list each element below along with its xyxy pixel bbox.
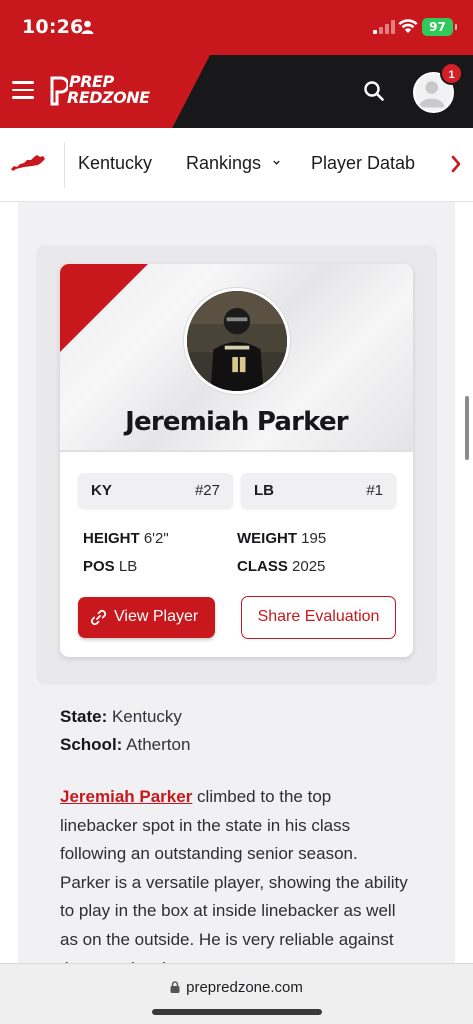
nav-item-rankings-label: Rankings xyxy=(186,153,262,173)
state-rank-pill: KY #27 xyxy=(78,473,233,508)
card-corner-accent xyxy=(60,264,148,352)
state-rank: #27 xyxy=(194,482,220,499)
battery-indicator: 97 xyxy=(422,18,457,36)
link-icon xyxy=(90,609,107,626)
hamburger-menu-icon[interactable] xyxy=(12,81,34,99)
position-abbr: LB xyxy=(254,482,274,499)
share-evaluation-button[interactable]: Share Evaluation xyxy=(241,596,396,639)
stat-height: HEIGHT 6'2" xyxy=(83,530,169,547)
player-bio: Jeremiah Parker climbed to the top lineb… xyxy=(60,783,410,983)
player-name-link[interactable]: Jeremiah Parker xyxy=(60,787,192,806)
scrollbar[interactable] xyxy=(465,396,469,460)
kentucky-state-icon[interactable] xyxy=(10,152,46,174)
stat-class: CLASS 2025 xyxy=(237,558,326,575)
position-rank-pill: LB #1 xyxy=(241,473,396,508)
nav-item-kentucky[interactable]: Kentucky xyxy=(78,153,152,174)
nav-item-rankings[interactable]: Rankings xyxy=(186,153,281,174)
stat-weight: WEIGHT 195 xyxy=(237,530,327,547)
player-photo-image xyxy=(187,291,287,391)
state-abbr: KY xyxy=(91,482,112,499)
view-player-label: View Player xyxy=(114,608,199,625)
lock-icon xyxy=(170,981,180,993)
cellular-signal-icon xyxy=(373,20,395,34)
logo-text-bottom: REDZONE xyxy=(67,88,150,107)
person-icon xyxy=(81,20,94,34)
search-icon[interactable] xyxy=(363,80,385,102)
view-player-button[interactable]: View Player xyxy=(78,597,215,638)
chevron-right-icon[interactable] xyxy=(449,154,463,174)
nav-item-player-database[interactable]: Player Databas xyxy=(311,153,415,174)
bio-text: climbed to the top linebacker spot in th… xyxy=(60,787,408,978)
chevron-down-icon xyxy=(273,160,280,165)
player-name: Jeremiah Parker xyxy=(125,407,348,437)
home-indicator[interactable] xyxy=(152,1009,322,1015)
url-text: prepredzone.com xyxy=(186,979,303,996)
detail-school: School: Atherton xyxy=(60,735,191,754)
status-time: 10:26 xyxy=(22,16,84,38)
stat-position: POS LB xyxy=(83,558,138,575)
status-bar: 10:26 97 xyxy=(0,0,473,55)
logo-mark-icon xyxy=(50,76,68,106)
detail-state: State: Kentucky xyxy=(60,707,182,726)
notification-badge[interactable]: 1 xyxy=(440,62,463,85)
position-rank: #1 xyxy=(366,482,383,499)
wifi-icon xyxy=(398,19,418,33)
player-photo xyxy=(184,288,290,394)
site-header: PREP REDZONE xyxy=(0,55,473,128)
site-logo[interactable]: PREP REDZONE xyxy=(50,72,158,110)
player-card: Jeremiah Parker KY #27 LB #1 HEIGHT 6'2"… xyxy=(60,264,413,657)
